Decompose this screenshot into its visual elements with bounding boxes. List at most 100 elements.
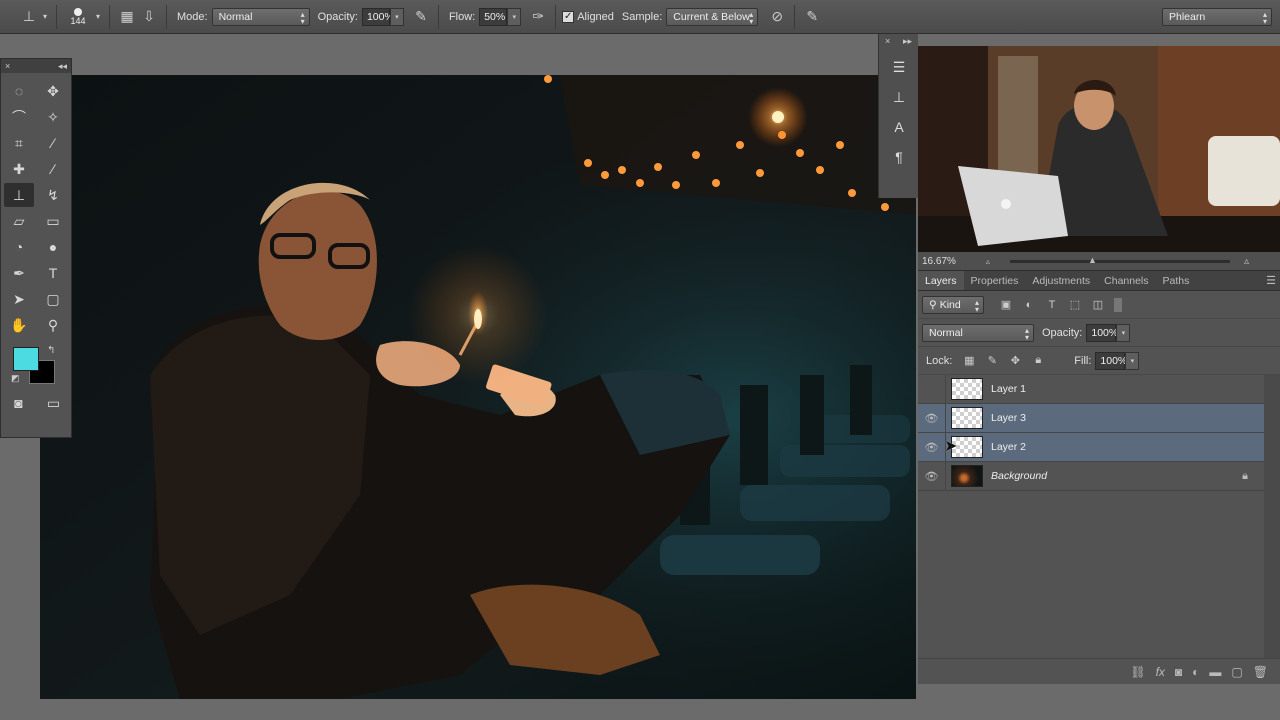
eye-icon[interactable]: 👁︎ (918, 432, 946, 462)
opacity-input[interactable]: 100% (361, 7, 394, 26)
fill-input[interactable]: 100% (1095, 351, 1127, 370)
default-colors-icon[interactable]: ◩ (11, 373, 20, 384)
quick-select-tool[interactable]: ✧ (38, 105, 68, 129)
fx-icon[interactable]: fx (1156, 665, 1165, 679)
eye-icon[interactable]: 👁︎ (918, 403, 946, 433)
flow-slider-dropdown-icon[interactable]: ▾ (507, 7, 522, 26)
brush-tool[interactable]: ∕ (38, 157, 68, 181)
zoom-slider[interactable]: ▲ (1009, 255, 1230, 264)
layer-row-layer-1[interactable]: Layer 1 (918, 374, 1264, 404)
layer-opacity-dropdown-icon[interactable]: ▾ (1116, 323, 1131, 342)
tab-layers[interactable]: Layers (918, 271, 964, 290)
shape-tool[interactable]: ▢ (38, 287, 68, 311)
character-panel-icon[interactable]: A (883, 115, 915, 139)
sample-select[interactable]: Current & Below ▴ ▾ (666, 7, 759, 26)
tab-properties[interactable]: Properties (964, 271, 1026, 290)
lasso-tool[interactable]: ⌒ (4, 105, 34, 129)
trash-icon[interactable]: 🗑︎ (1253, 665, 1268, 679)
eye-icon[interactable]: 👁︎ (918, 461, 946, 491)
document-canvas[interactable] (40, 75, 916, 699)
flow-input[interactable]: 50% (479, 7, 508, 26)
swap-colors-icon[interactable]: ↰ (47, 345, 55, 356)
brush-panel-icon[interactable]: ▦ (116, 6, 138, 28)
gradient-tool[interactable]: ▭ (38, 209, 68, 233)
tools-panel-header[interactable]: × ◂◂ (1, 59, 71, 73)
ignore-adjustment-layers-icon[interactable]: ⊘ (766, 6, 788, 28)
new-layer-icon[interactable]: ▢ (1231, 665, 1242, 679)
layer-filter-row: ⚲ Kind ▴ ▾ ▣ ◐ T ⬚ ◫ (918, 291, 1280, 319)
close-icon[interactable]: × (5, 61, 10, 71)
filter-kind-select[interactable]: ⚲ Kind ▴ ▾ (922, 295, 984, 314)
quick-mask-icon[interactable]: ◙ (4, 391, 34, 415)
layer-opacity-input[interactable]: 100% (1086, 323, 1118, 342)
zoom-out-icon[interactable]: ▵ (986, 257, 990, 266)
pressure-opacity-icon[interactable]: ✎ (410, 6, 432, 28)
lock-position-icon[interactable]: ✥ (1005, 353, 1025, 369)
add-mask-icon[interactable]: ◙ (1175, 665, 1182, 679)
collapse-icon[interactable]: ◂◂ (58, 61, 67, 72)
layer-row-layer-2[interactable]: 👁︎ Layer 2 (918, 432, 1264, 462)
navigator-bar: 16.67% ▵ ▲ ▵ (918, 252, 1280, 270)
brush-dropdown-icon[interactable]: ▾ (93, 6, 103, 28)
visibility-toggle-empty[interactable] (918, 374, 946, 404)
clone-stamp-tool-icon[interactable]: ⊥ (18, 6, 40, 28)
zoom-tool[interactable]: ⚲ (38, 313, 68, 337)
clone-source-panel-icon[interactable]: ⇩ (138, 6, 160, 28)
layers-scrollbar[interactable] (1264, 375, 1280, 659)
brush-preset-picker[interactable]: 144 (63, 7, 93, 26)
blur-tool[interactable]: ◔ (4, 235, 34, 259)
clone-stamp-tool[interactable]: ⊥ (4, 183, 34, 207)
path-select-tool[interactable]: ➤ (4, 287, 34, 311)
workspace-select[interactable]: Phlearn ▴ ▾ (1162, 7, 1272, 26)
zoom-in-icon[interactable]: ▵ (1244, 256, 1249, 267)
healing-tool[interactable]: ✚ (4, 157, 34, 181)
expand-icon[interactable]: ▸▸ (903, 36, 912, 47)
panel-tabs: Layers Properties Adjustments Channels P… (918, 271, 1280, 291)
new-group-icon[interactable]: ▬ (1209, 665, 1221, 679)
lock-transparency-icon[interactable]: ▦ (959, 353, 979, 369)
pen-tool[interactable]: ✒ (4, 261, 34, 285)
tool-grid: ◌ ✥ ⌒ ✧ ⌗ ⁄ ✚ ∕ ⊥ ↯ ▱ ▭ ◔ ● ✒ T ➤ ▢ ✋ ⚲ (1, 73, 71, 343)
zoom-level[interactable]: 16.67% (922, 256, 956, 267)
pressure-size-icon[interactable]: ✎ (801, 6, 823, 28)
type-tool[interactable]: T (38, 261, 68, 285)
smart-object-filter-icon[interactable]: ◫ (1088, 297, 1108, 313)
blend-mode-select[interactable]: Normal ▴ ▾ (922, 323, 1034, 342)
panel-menu-icon[interactable]: ☰ (1262, 271, 1280, 290)
screen-mode-icon[interactable]: ▭ (39, 391, 69, 415)
filter-toggle-icon[interactable] (1114, 297, 1122, 312)
tool-preset-dropdown-icon[interactable]: ▾ (40, 6, 50, 28)
airbrush-icon[interactable]: ✑ (527, 6, 549, 28)
fill-dropdown-icon[interactable]: ▾ (1125, 351, 1140, 370)
zoom-slider-thumb[interactable]: ▲ (1088, 255, 1097, 264)
layer-row-background[interactable]: 👁︎ Background 🔒︎ (918, 461, 1264, 491)
pixel-filter-icon[interactable]: ▣ (996, 297, 1016, 313)
adjustment-filter-icon[interactable]: ◐ (1019, 297, 1039, 313)
foreground-color-swatch[interactable] (13, 347, 39, 371)
type-filter-icon[interactable]: T (1042, 297, 1062, 313)
crop-tool[interactable]: ⌗ (4, 131, 34, 155)
mode-select[interactable]: Normal ▴ ▾ (211, 7, 310, 26)
lock-pixels-icon[interactable]: ✎ (982, 353, 1002, 369)
close-icon[interactable]: × (885, 36, 890, 47)
link-layers-icon[interactable]: ⛓ (1130, 665, 1145, 679)
move-tool[interactable]: ✥ (38, 79, 68, 103)
adjustment-layer-icon[interactable]: ◐ (1192, 665, 1199, 679)
marquee-tool[interactable]: ◌ (4, 79, 34, 103)
eyedropper-tool[interactable]: ⁄ (38, 131, 68, 155)
layer-row-layer-3[interactable]: 👁︎ Layer 3 (918, 403, 1264, 433)
history-brush-tool[interactable]: ↯ (38, 183, 68, 207)
tab-channels[interactable]: Channels (1097, 271, 1155, 290)
lock-all-icon[interactable]: 🔒︎ (1028, 353, 1048, 369)
eraser-tool[interactable]: ▱ (4, 209, 34, 233)
aligned-checkbox[interactable]: ✓ (562, 10, 575, 23)
paragraph-panel-icon[interactable]: ¶ (883, 145, 915, 169)
dodge-tool[interactable]: ● (38, 235, 68, 259)
tab-adjustments[interactable]: Adjustments (1025, 271, 1097, 290)
adjustments-panel-icon[interactable]: ☰ (883, 55, 915, 79)
tab-paths[interactable]: Paths (1156, 271, 1197, 290)
clone-source-icon[interactable]: ⊥ (883, 85, 915, 109)
shape-filter-icon[interactable]: ⬚ (1065, 297, 1085, 313)
hand-tool[interactable]: ✋ (4, 313, 34, 337)
opacity-slider-dropdown-icon[interactable]: ▾ (389, 7, 404, 26)
